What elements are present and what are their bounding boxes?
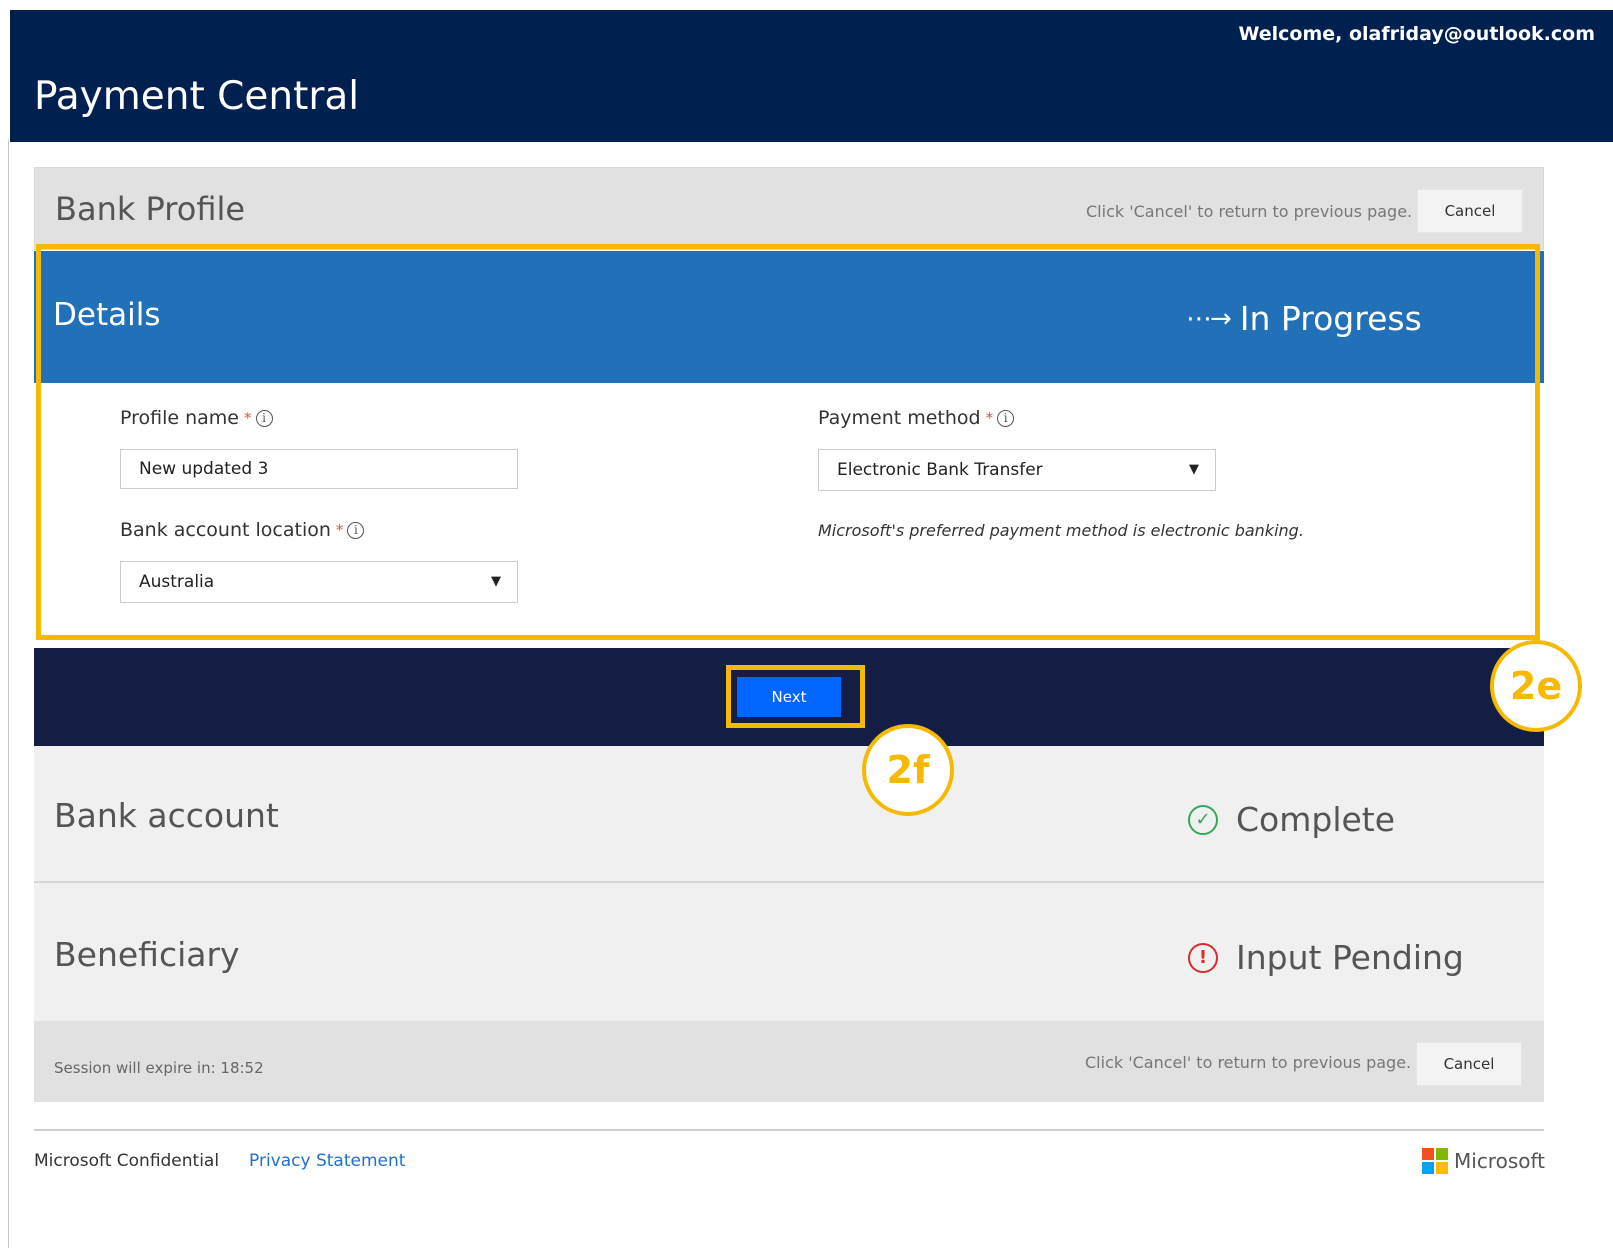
annotation-badge-2e: 2e — [1490, 640, 1582, 732]
footer-divider — [34, 1129, 1544, 1131]
details-highlight — [36, 244, 1540, 640]
beneficiary-status: ! Input Pending — [1188, 938, 1464, 977]
beneficiary-status-text: Input Pending — [1236, 938, 1464, 977]
bank-profile-title: Bank Profile — [55, 190, 246, 228]
bank-profile-bar: Bank Profile Click 'Cancel' to return to… — [34, 167, 1544, 250]
bank-account-status-text: Complete — [1236, 800, 1396, 839]
top-header: Welcome, olafriday@outlook.com Payment C… — [10, 10, 1613, 142]
cancel-button-bottom[interactable]: Cancel — [1416, 1042, 1522, 1086]
confidential-label: Microsoft Confidential — [34, 1151, 220, 1171]
microsoft-logo: Microsoft — [1422, 1148, 1545, 1174]
session-footer-bar: Session will expire in: 18:52 Click 'Can… — [34, 1021, 1544, 1102]
page-frame-line — [8, 140, 9, 1248]
microsoft-wordmark: Microsoft — [1454, 1149, 1546, 1173]
cancel-hint: Click 'Cancel' to return to previous pag… — [1085, 1053, 1412, 1072]
next-highlight — [726, 665, 865, 728]
bank-account-section[interactable]: Bank account ✓ Complete — [34, 746, 1544, 881]
alert-circle-icon: ! — [1188, 942, 1218, 973]
annotation-badge-2f: 2f — [862, 724, 954, 816]
session-timer: Session will expire in: 18:52 — [54, 1059, 264, 1077]
bank-account-title: Bank account — [54, 796, 279, 835]
cancel-button-top[interactable]: Cancel — [1417, 189, 1523, 233]
beneficiary-section[interactable]: Beneficiary ! Input Pending — [34, 883, 1544, 1021]
bank-account-status: ✓ Complete — [1188, 800, 1395, 839]
check-circle-icon: ✓ — [1188, 804, 1218, 835]
welcome-text: Welcome, olafriday@outlook.com — [1238, 23, 1595, 45]
privacy-statement-link[interactable]: Privacy Statement — [249, 1151, 405, 1171]
cancel-hint: Click 'Cancel' to return to previous pag… — [1086, 202, 1413, 221]
beneficiary-title: Beneficiary — [54, 935, 240, 974]
microsoft-logo-icon — [1422, 1148, 1448, 1174]
app-title: Payment Central — [34, 74, 360, 119]
